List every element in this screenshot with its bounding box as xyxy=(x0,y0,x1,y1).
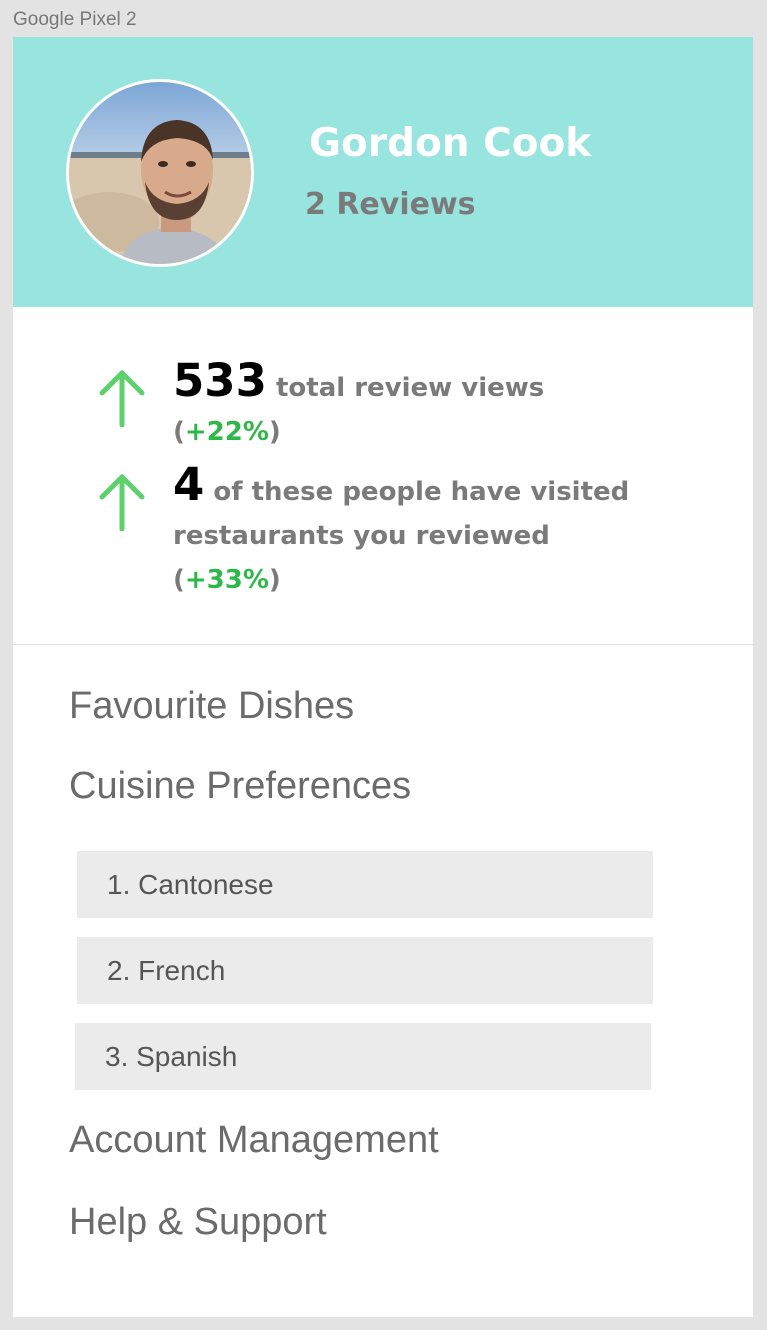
cuisine-item-2[interactable]: 2. French xyxy=(77,937,653,1004)
stat-text: 4 of these people have visited restauran… xyxy=(173,462,653,602)
profile-screen: Gordon Cook 2 Reviews 533 total review v… xyxy=(13,37,753,1317)
menu-favourite-dishes[interactable]: Favourite Dishes xyxy=(69,685,354,728)
cuisine-label: 2. French xyxy=(107,955,226,986)
stat-percentage: +33% xyxy=(184,565,269,595)
cuisine-label: 1. Cantonese xyxy=(107,869,274,900)
arrow-up-icon xyxy=(99,370,145,427)
stat-close: ) xyxy=(268,417,281,447)
cuisine-item-3[interactable]: 3. Spanish xyxy=(75,1023,651,1090)
menu-cuisine-preferences[interactable]: Cuisine Preferences xyxy=(69,765,411,808)
stat-number: 533 xyxy=(173,354,267,407)
arrow-up-icon xyxy=(99,474,145,531)
cuisine-label: 3. Spanish xyxy=(105,1041,238,1072)
stat-number: 4 xyxy=(173,458,205,511)
review-count[interactable]: 2 Reviews xyxy=(305,187,476,222)
menu-help-support[interactable]: Help & Support xyxy=(69,1201,327,1244)
stat-percentage: +22% xyxy=(184,417,269,447)
device-label: Google Pixel 2 xyxy=(13,9,137,30)
cuisine-item-1[interactable]: 1. Cantonese xyxy=(77,851,653,918)
stat-text: 533 total review views (+22%) xyxy=(173,358,653,454)
stat-close: ) xyxy=(268,565,281,595)
menu-account-management[interactable]: Account Management xyxy=(69,1119,439,1162)
stats-section: 533 total review views (+22%) 4 of these… xyxy=(13,307,753,645)
avatar-photo xyxy=(69,82,251,264)
avatar[interactable] xyxy=(66,79,254,267)
user-name: Gordon Cook xyxy=(309,121,592,166)
profile-header: Gordon Cook 2 Reviews xyxy=(13,37,753,307)
